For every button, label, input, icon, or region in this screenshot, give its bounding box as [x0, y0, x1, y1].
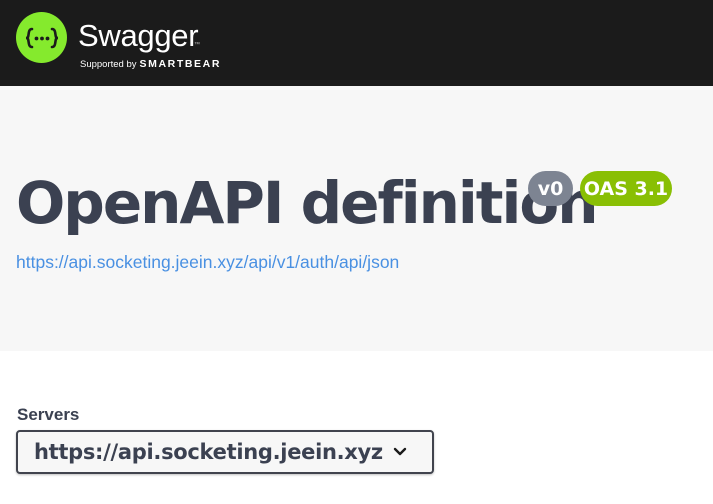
logo-text: Swagger ™ Supported by SMARTBEAR [78, 12, 238, 70]
swagger-logo-icon [16, 12, 67, 63]
swagger-logo[interactable]: Swagger ™ Supported by SMARTBEAR [16, 12, 238, 70]
spec-url-link[interactable]: https://api.socketing.jeein.xyz/api/v1/a… [16, 252, 399, 273]
page-title: OpenAPI definition [16, 169, 599, 237]
oas-version-badge: OAS 3.1 [580, 171, 672, 206]
smartbear-text: SMARTBEAR [139, 58, 221, 70]
logo-title: Swagger [78, 18, 199, 53]
logo-trademark: ™ [194, 42, 200, 48]
servers-label: Servers [17, 405, 80, 424]
top-bar: Swagger ™ Supported by SMARTBEAR [0, 0, 713, 86]
servers-select[interactable]: https://api.socketing.jeein.xyz [16, 430, 434, 474]
servers-selected-value: https://api.socketing.jeein.xyz [34, 440, 383, 464]
version-badge: v0 [528, 171, 573, 206]
supported-by-text: Supported by [80, 59, 137, 70]
chevron-down-icon [393, 447, 407, 456]
logo-subtitle: Supported by SMARTBEAR [80, 58, 221, 70]
